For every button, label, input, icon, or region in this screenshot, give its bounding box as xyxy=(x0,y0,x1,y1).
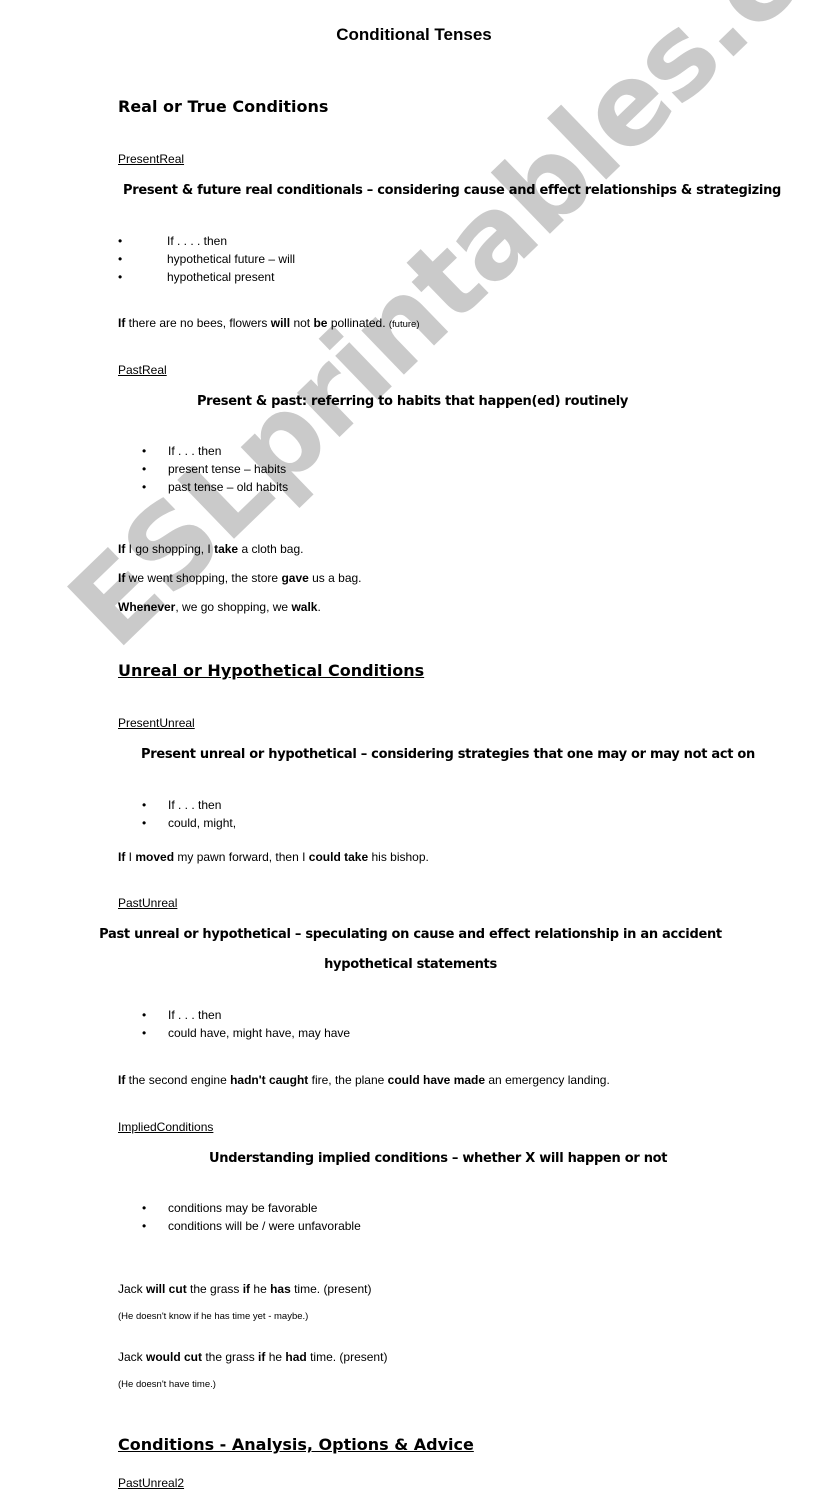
list-item: If . . . then xyxy=(168,1008,222,1022)
keyword: hadn't caught xyxy=(230,1073,309,1087)
keyword: moved xyxy=(135,850,175,864)
present-real-description: Present & future real conditionals – con… xyxy=(123,183,782,198)
example-note: (He doesn't have time.) xyxy=(118,1379,216,1390)
text: we went shopping, the store xyxy=(125,571,282,585)
bullet-icon: • xyxy=(142,1219,147,1233)
page-title: Conditional Tenses xyxy=(336,25,492,44)
example-sentence: Jack would cut the grass if he had time.… xyxy=(118,1350,821,1364)
text: an emergency landing. xyxy=(485,1073,610,1087)
keyword: will cut xyxy=(146,1282,187,1296)
text: he xyxy=(250,1282,271,1296)
bullet-icon: • xyxy=(142,798,147,812)
keyword: be xyxy=(313,316,328,330)
list-item: If . . . then xyxy=(168,444,222,458)
past-unreal-description: Past unreal or hypothetical – speculatin… xyxy=(99,927,722,942)
example-sentence: If I moved my pawn forward, then I could… xyxy=(118,850,821,864)
keyword: gave xyxy=(281,571,309,585)
example-sentence: Jack will cut the grass if he has time. … xyxy=(118,1282,821,1296)
present-unreal-description: Present unreal or hypothetical – conside… xyxy=(141,747,755,762)
text: . xyxy=(317,600,321,614)
keyword: would cut xyxy=(146,1350,203,1364)
keyword: walk xyxy=(291,600,318,614)
past-unreal-description-line2: hypothetical statements xyxy=(324,957,497,972)
text: there are no bees, flowers xyxy=(125,316,271,330)
list-item: If . . . then xyxy=(168,798,222,812)
keyword: if xyxy=(258,1350,266,1364)
bullet-icon: • xyxy=(118,270,123,284)
text: a cloth bag. xyxy=(238,542,304,556)
text: he xyxy=(265,1350,286,1364)
bullet-icon: • xyxy=(118,234,123,248)
keyword: Whenever xyxy=(118,600,176,614)
bullet-icon: • xyxy=(142,444,147,458)
keyword: had xyxy=(285,1350,307,1364)
keyword: will xyxy=(270,316,291,330)
text: Jack xyxy=(118,1282,147,1296)
text: not xyxy=(290,316,314,330)
list-item: present tense – habits xyxy=(168,462,287,476)
section-heading-analysis: Conditions - Analysis, Options & Advice xyxy=(118,1435,474,1454)
list-item: could, might, xyxy=(168,816,237,830)
past-unreal2-link[interactable]: PastUnreal2 xyxy=(118,1476,184,1490)
text: time. (present) xyxy=(290,1282,372,1296)
list-item: conditions may be favorable xyxy=(168,1201,318,1215)
past-real-description: Present & past: referring to habits that… xyxy=(196,394,629,409)
text: the grass xyxy=(186,1282,243,1296)
example-sentence: Whenever, we go shopping, we walk. xyxy=(118,600,821,614)
list-item: past tense – old habits xyxy=(168,480,289,494)
example-sentence: If there are no bees, flowers will not b… xyxy=(118,316,821,330)
past-unreal-link[interactable]: PastUnreal xyxy=(118,896,177,910)
bullet-icon: • xyxy=(142,462,147,476)
text: , we go shopping, we xyxy=(175,600,292,614)
bullet-icon: • xyxy=(142,1026,147,1040)
keyword: could have made xyxy=(387,1073,486,1087)
text: the grass xyxy=(202,1350,259,1364)
bullet-icon: • xyxy=(142,1201,147,1215)
list-item: could have, might have, may have xyxy=(168,1026,351,1040)
implied-conditions-link[interactable]: ImpliedConditions xyxy=(118,1120,213,1134)
list-item: hypothetical present xyxy=(167,270,275,284)
bullet-icon: • xyxy=(142,480,147,494)
implied-conditions-description: Understanding implied conditions – wheth… xyxy=(209,1151,668,1166)
keyword: has xyxy=(270,1282,291,1296)
present-real-link[interactable]: PresentReal xyxy=(118,152,184,166)
example-sentence: If we went shopping, the store gave us a… xyxy=(118,571,821,585)
text: my pawn forward, then I xyxy=(174,850,309,864)
list-item: If . . . . then xyxy=(167,234,228,248)
example-sentence: If the second engine hadn't caught fire,… xyxy=(118,1073,821,1087)
text: pollinated. xyxy=(327,316,389,330)
text: his bishop. xyxy=(368,850,429,864)
keyword: take xyxy=(214,542,239,556)
keyword: if xyxy=(242,1282,251,1296)
section-heading-unreal: Unreal or Hypothetical Conditions xyxy=(118,661,425,680)
text: the second engine xyxy=(125,1073,231,1087)
note: (future) xyxy=(388,319,420,330)
bullet-icon: • xyxy=(142,1008,147,1022)
keyword: could take xyxy=(308,850,369,864)
example-sentence: If I go shopping, I take a cloth bag. xyxy=(118,542,821,556)
text: time. (present) xyxy=(306,1350,388,1364)
bullet-icon: • xyxy=(142,816,147,830)
text: fire, the plane xyxy=(308,1073,388,1087)
example-note: (He doesn't know if he has time yet - ma… xyxy=(118,1311,309,1322)
text: us a bag. xyxy=(308,571,362,585)
text: I xyxy=(125,850,136,864)
list-item: conditions will be / were unfavorable xyxy=(168,1219,361,1233)
text: Jack xyxy=(118,1350,147,1364)
present-unreal-link[interactable]: PresentUnreal xyxy=(118,716,195,730)
past-real-link[interactable]: PastReal xyxy=(118,363,167,377)
bullet-icon: • xyxy=(118,252,123,266)
section-heading-real: Real or True Conditions xyxy=(118,97,329,116)
list-item: hypothetical future – will xyxy=(167,252,296,266)
text: I go shopping, I xyxy=(125,542,215,556)
